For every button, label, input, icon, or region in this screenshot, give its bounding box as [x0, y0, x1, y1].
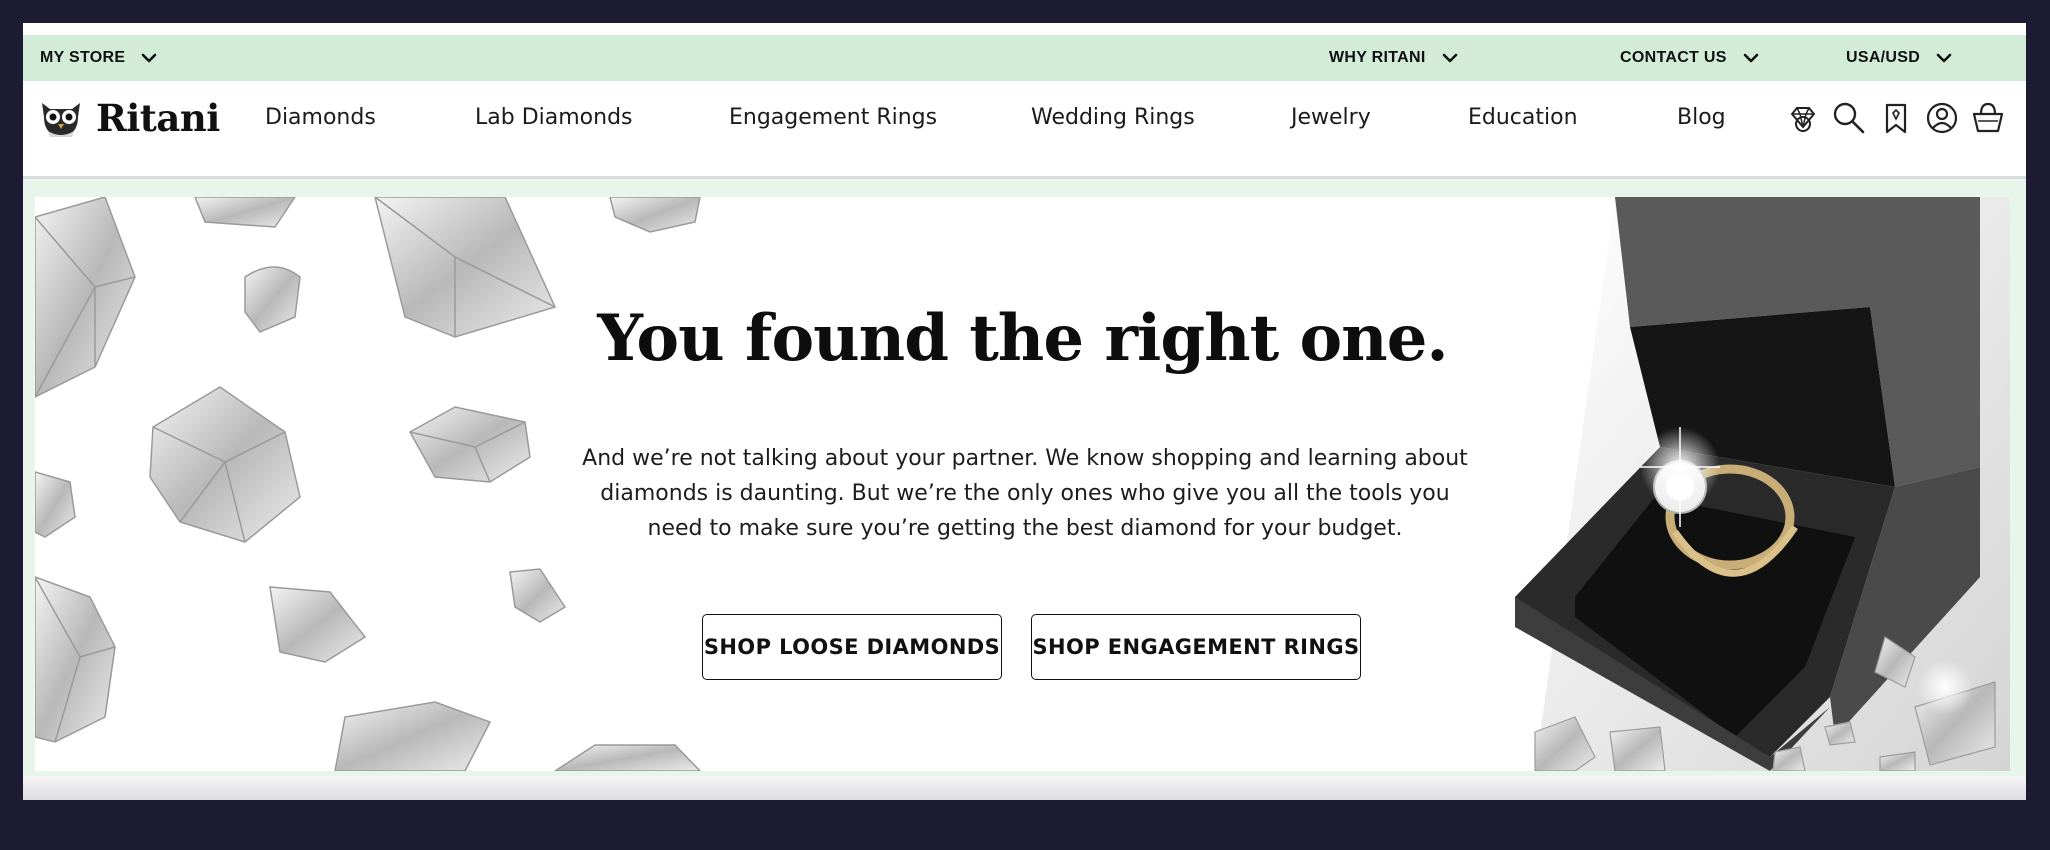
chevron-down-icon	[1743, 53, 1759, 63]
nav-item-wedding-rings[interactable]: Wedding Rings	[1031, 100, 1195, 136]
page-bottom-edge	[23, 776, 2026, 800]
nav-item-blog[interactable]: Blog	[1677, 100, 1726, 136]
hero-headline: You found the right one.	[597, 301, 1448, 376]
browser-viewport: MY STORE WHY RITANI CONTACT US USA/USD R…	[23, 23, 2026, 800]
contact-us-label: CONTACT US	[1620, 49, 1727, 66]
nav-item-diamonds[interactable]: Diamonds	[265, 100, 376, 136]
chevron-down-icon	[1442, 53, 1457, 63]
why-ritani-label: WHY RITANI	[1329, 49, 1426, 66]
account-icon[interactable]	[1924, 100, 1960, 136]
contact-us-dropdown[interactable]: CONTACT US	[1620, 35, 1761, 81]
utility-bar: MY STORE WHY RITANI CONTACT US USA/USD	[23, 35, 2026, 81]
bookmark-icon[interactable]	[1878, 100, 1914, 136]
nav-item-engagement-rings[interactable]: Engagement Rings	[729, 100, 937, 136]
chevron-down-icon	[1936, 53, 1952, 63]
hero-banner: You found the right one. And we’re not t…	[35, 197, 2010, 771]
shop-engagement-rings-button[interactable]: SHOP ENGAGEMENT RINGS	[1031, 614, 1361, 680]
ring-box-illustration	[1515, 197, 2010, 771]
cart-icon[interactable]	[1970, 100, 2006, 136]
why-ritani-dropdown[interactable]: WHY RITANI	[1329, 35, 1460, 81]
hero-body-text: And we’re not talking about your partner…	[582, 446, 1468, 541]
brand-name: Ritani	[96, 96, 220, 140]
chevron-down-icon	[142, 53, 157, 63]
nav-item-education[interactable]: Education	[1468, 100, 1578, 136]
search-icon[interactable]	[1831, 100, 1867, 136]
locale-dropdown[interactable]: USA/USD	[1846, 35, 1954, 81]
shop-loose-diamonds-button[interactable]: SHOP LOOSE DIAMONDS	[702, 614, 1002, 680]
brand-logo[interactable]: Ritani	[38, 95, 220, 141]
locale-label: USA/USD	[1846, 49, 1921, 66]
nav-item-lab-diamonds[interactable]: Lab Diamonds	[475, 100, 633, 136]
ring-icon[interactable]	[1785, 100, 1821, 136]
nav-item-jewelry[interactable]: Jewelry	[1291, 100, 1371, 136]
my-store-dropdown[interactable]: MY STORE	[40, 35, 159, 81]
my-store-label: MY STORE	[40, 49, 126, 66]
main-navigation: Ritani Diamonds Lab Diamonds Engagement …	[23, 81, 2026, 179]
owl-mascot-icon	[42, 103, 80, 137]
